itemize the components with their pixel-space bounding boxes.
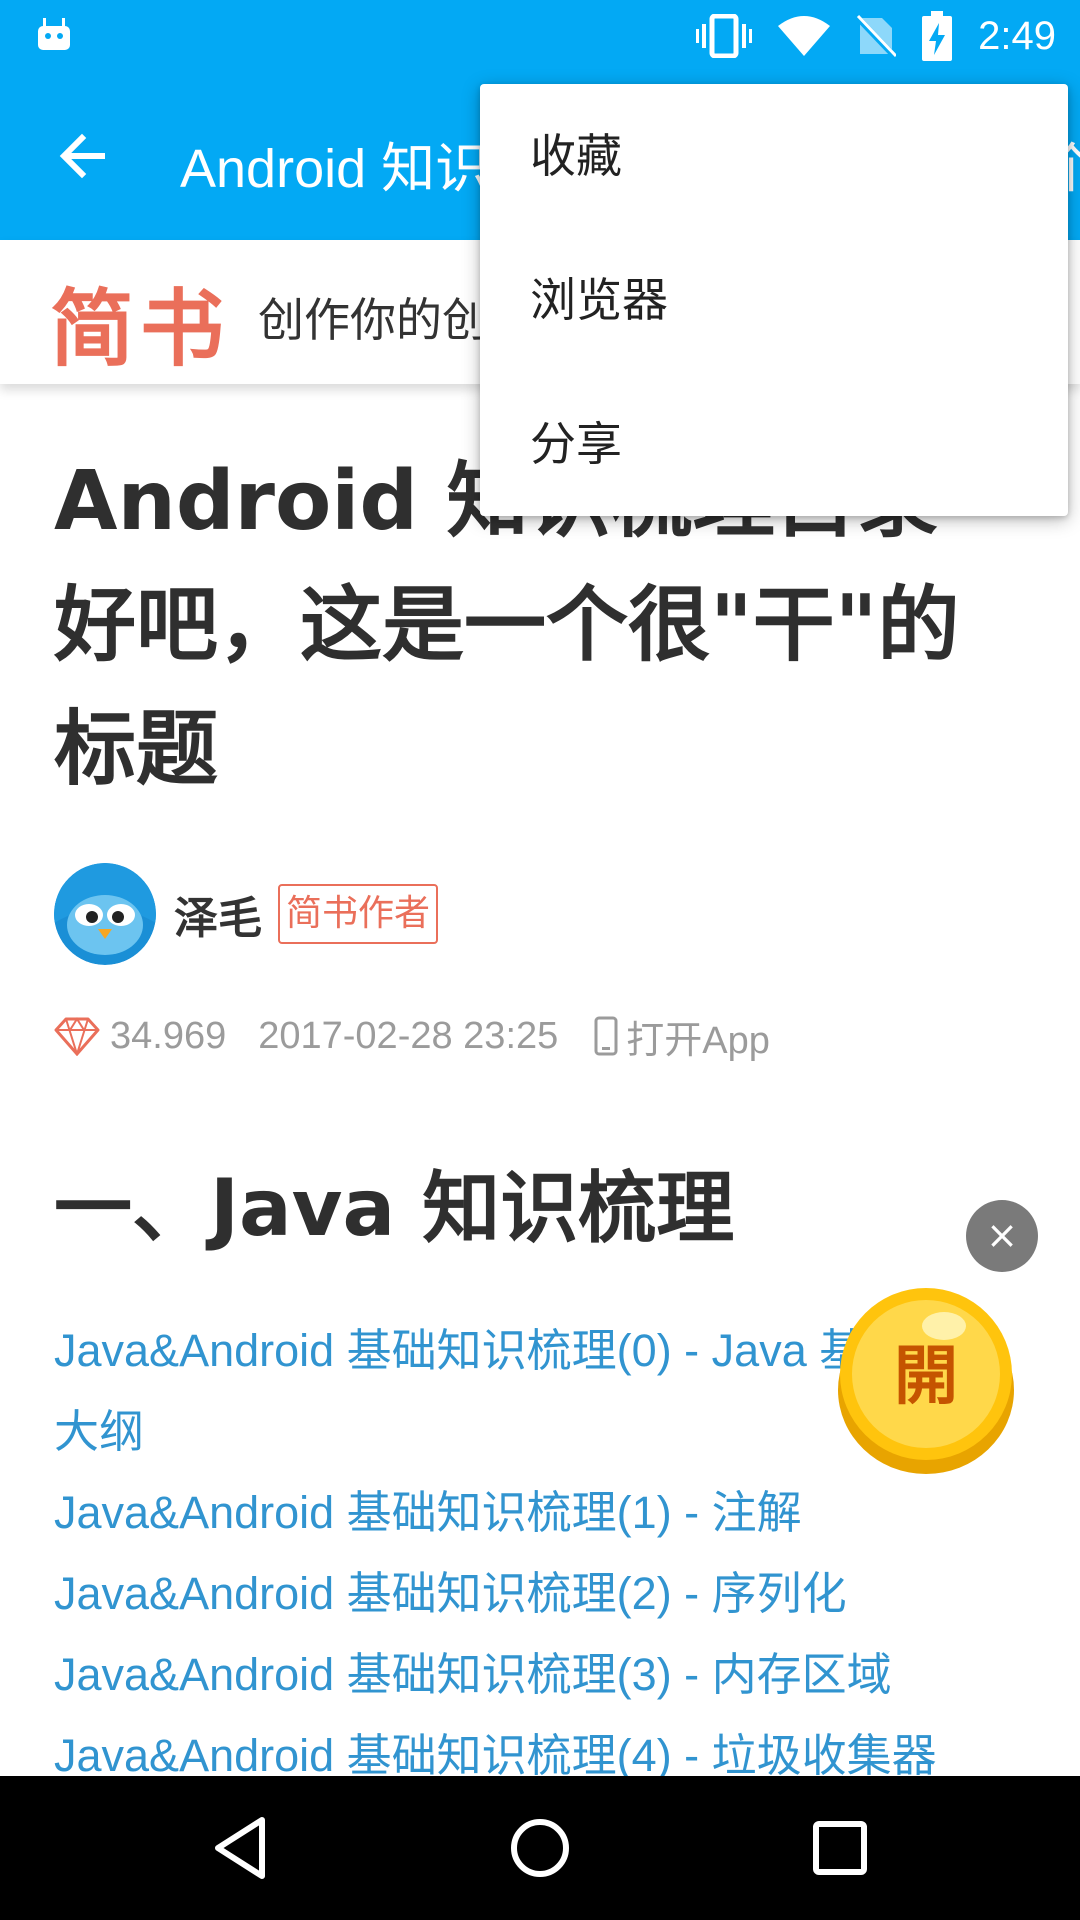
meta-row: 34.969 2017-02-28 23:25 打开App <box>54 1006 770 1066</box>
coin-label: 開 <box>894 1340 958 1414</box>
menu-item-browser[interactable]: 浏览器 <box>480 228 1068 372</box>
open-coin-button[interactable]: 開 <box>836 1280 1016 1476</box>
no-sim-icon <box>856 14 897 58</box>
article-link[interactable]: Java&Android 基础知识梳理(2) - 序列化 <box>54 1553 1044 1634</box>
arrow-left-icon[interactable] <box>46 118 122 194</box>
android-notification-icon <box>38 18 70 50</box>
close-float-button[interactable]: × <box>966 1200 1038 1272</box>
screen: 2:49 Android 知识梳理目录 好吧，这是一个很"干"的标题 简书 创作… <box>0 0 1080 1920</box>
jianshu-logo[interactable]: 简书 <box>50 262 230 383</box>
article-link[interactable]: Java&Android 基础知识梳理(1) - 注解 <box>54 1472 1044 1553</box>
diamond-value: 34.969 <box>110 1014 227 1057</box>
home-circle-icon[interactable] <box>500 1808 580 1888</box>
battery-charging-icon <box>922 11 953 61</box>
recents-square-icon[interactable] <box>800 1808 880 1888</box>
open-app-link[interactable]: 打开App <box>626 1009 770 1064</box>
author-badge: 简书作者 <box>278 884 439 944</box>
author-name[interactable]: 泽毛 <box>174 882 262 946</box>
section-heading: 一、Java 知识梳理 <box>54 1164 735 1254</box>
status-bar: 2:49 <box>0 0 1080 72</box>
publish-datetime: 2017-02-28 23:25 <box>258 1014 559 1057</box>
wifi-icon <box>778 16 831 56</box>
menu-item-favorite[interactable]: 收藏 <box>480 84 1068 228</box>
article-link[interactable]: Java&Android 基础知识梳理(3) - 内存区域 <box>54 1634 1044 1715</box>
diamond-icon <box>54 1017 100 1056</box>
phone-icon[interactable] <box>594 1016 618 1056</box>
navigation-bar <box>0 1776 1080 1920</box>
status-time: 2:49 <box>978 13 1056 58</box>
vibrate-icon <box>696 14 753 58</box>
author-row: 泽毛 简书作者 <box>54 862 439 966</box>
overflow-popup-menu: 收藏 浏览器 分享 <box>480 84 1068 516</box>
menu-item-share[interactable]: 分享 <box>480 372 1068 516</box>
avatar[interactable] <box>54 863 156 965</box>
status-icons: 2:49 <box>696 10 1056 62</box>
back-triangle-icon[interactable] <box>200 1808 280 1888</box>
